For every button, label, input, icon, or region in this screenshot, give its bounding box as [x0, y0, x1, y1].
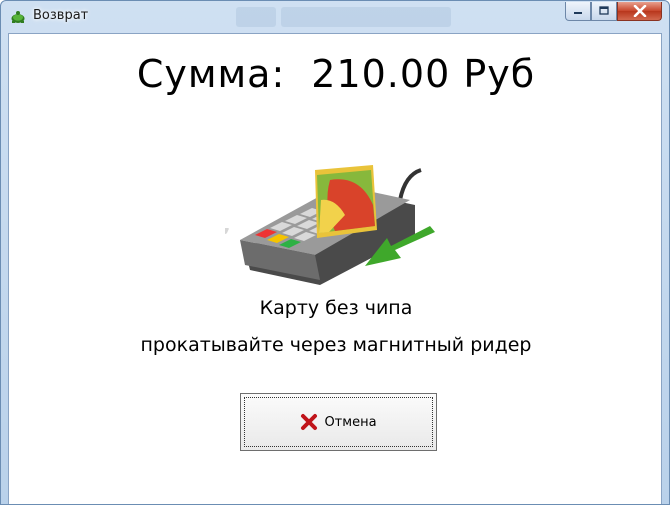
amount-display: Сумма: 210.00 Руб	[0, 52, 672, 96]
background-taskbar-ghost	[236, 7, 276, 27]
instruction-line-1: Карту без чипа	[259, 297, 413, 319]
turtle-app-icon	[11, 11, 25, 23]
caption-buttons	[565, 2, 662, 22]
title-bar[interactable]: Возврат	[1, 1, 669, 33]
close-icon	[633, 5, 646, 17]
maximize-button[interactable]	[591, 2, 617, 21]
minimize-button[interactable]	[565, 2, 591, 21]
cancel-button-label: Отмена	[324, 414, 377, 430]
cancel-button[interactable]: Отмена	[240, 393, 437, 451]
minimize-icon	[574, 12, 582, 14]
close-button[interactable]	[617, 2, 662, 21]
amount-value: 210.00 Руб	[311, 52, 536, 96]
window-title: Возврат	[33, 8, 89, 23]
instruction-line-2: прокатывайте через магнитный ридер	[140, 334, 532, 356]
card-terminal-illustration	[225, 165, 435, 285]
background-taskbar-ghost	[281, 7, 451, 27]
maximize-icon	[599, 6, 609, 15]
amount-label: Сумма:	[136, 52, 286, 96]
red-x-icon	[301, 414, 318, 430]
